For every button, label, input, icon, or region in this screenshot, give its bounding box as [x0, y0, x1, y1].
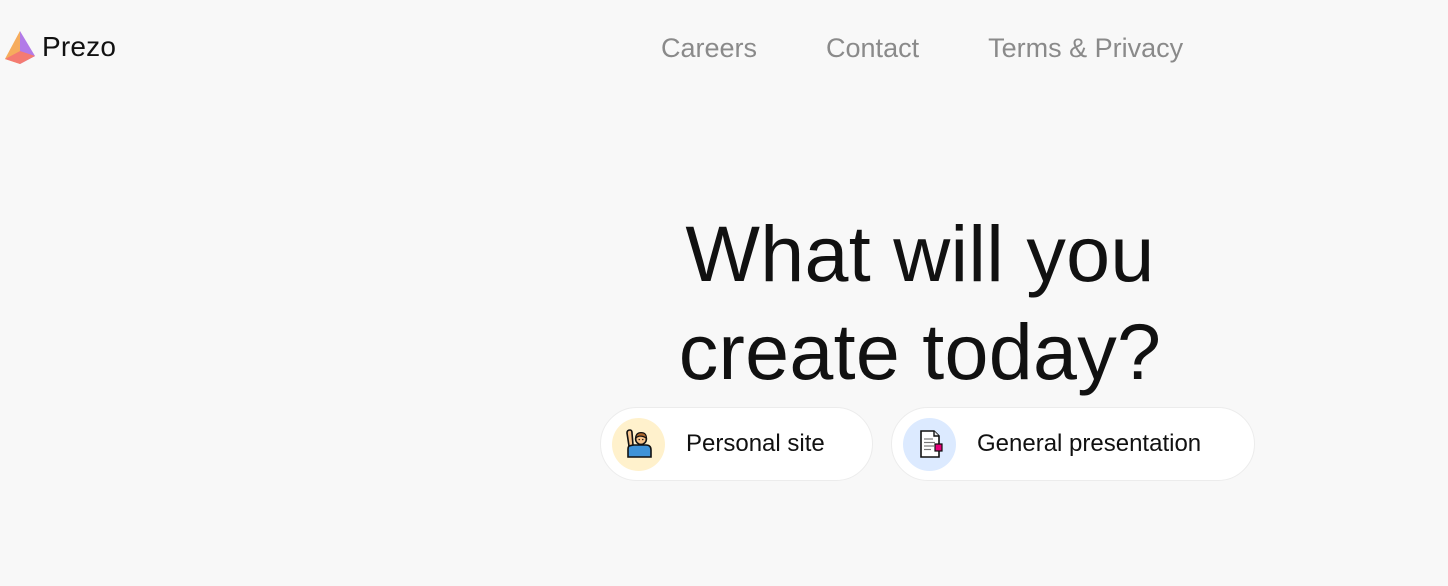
hero-heading-line-1: What will you: [685, 208, 1155, 298]
brand-name: Prezo: [42, 31, 117, 62]
brand-logo-link[interactable]: Prezo: [3, 28, 116, 66]
nav-contact-link[interactable]: Contact: [826, 28, 919, 68]
top-nav: Careers Contact Terms & Privacy: [661, 28, 1183, 68]
general-presentation-label: General presentation: [977, 430, 1202, 457]
document-icon: [919, 430, 943, 458]
hero-heading-line-2: create today?: [678, 306, 1162, 396]
create-options: Personal site General presentation: [600, 407, 1255, 481]
prism-logo-icon: [5, 31, 35, 64]
personal-site-icon-badge: [612, 417, 665, 471]
person-raising-hand-icon: [625, 429, 652, 458]
personal-site-option-button[interactable]: Personal site: [600, 407, 873, 481]
personal-site-label: Personal site: [686, 430, 825, 457]
hero-heading: What will you create today?: [600, 205, 1240, 401]
general-presentation-icon-badge: [903, 417, 956, 471]
nav-terms-privacy-link[interactable]: Terms & Privacy: [988, 28, 1183, 68]
general-presentation-option-button[interactable]: General presentation: [891, 407, 1255, 481]
nav-careers-link[interactable]: Careers: [661, 28, 757, 68]
header: Prezo Careers Contact Terms & Privacy: [0, 0, 1448, 96]
